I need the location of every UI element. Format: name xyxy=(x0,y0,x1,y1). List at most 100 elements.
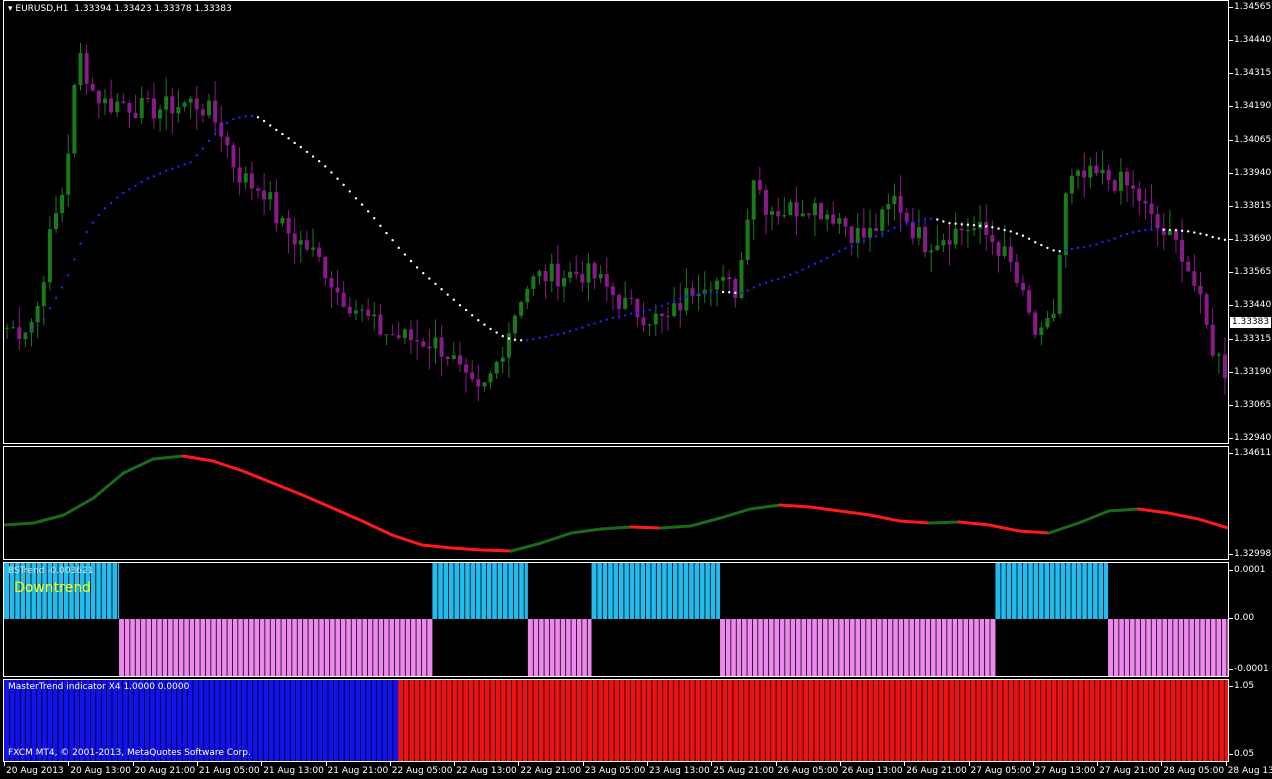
dropdown-triangle-icon[interactable]: ▾ xyxy=(8,4,13,14)
ma-dot xyxy=(1138,229,1141,233)
ma-dot xyxy=(60,286,64,289)
candle-body xyxy=(1125,171,1130,186)
x-tick-label: 26 Aug 21:00 xyxy=(906,766,967,776)
ma-dot xyxy=(783,275,786,279)
ma-dot xyxy=(838,249,841,253)
candle-body xyxy=(519,302,524,316)
ma-dot xyxy=(311,155,315,158)
ma-dot xyxy=(776,277,780,281)
candle-body xyxy=(341,292,346,307)
candle-body xyxy=(127,103,132,113)
ma-dot xyxy=(519,339,523,342)
main-ytick: 1.33690 xyxy=(1234,234,1272,245)
candle-body xyxy=(757,180,762,190)
candle-body xyxy=(1033,312,1038,335)
x-tickmark xyxy=(4,762,5,766)
oscillator-segment xyxy=(659,524,693,530)
oscillator-pane[interactable] xyxy=(3,446,1229,560)
x-tick-label: 27 Aug 05:00 xyxy=(970,766,1032,776)
main-chart[interactable]: ▾ EURUSD,H1 1.33394 1.33423 1.33378 1.33… xyxy=(3,0,1229,444)
candle-body xyxy=(1155,214,1160,229)
x-tick-label: 21 Aug 05:00 xyxy=(198,766,260,776)
oscillator-segment xyxy=(4,521,36,527)
candle-body xyxy=(580,274,585,283)
candle-body xyxy=(445,356,450,359)
oscillator-segment xyxy=(360,519,394,537)
ma-dot xyxy=(434,282,437,286)
candle-body xyxy=(672,303,677,317)
ma-dot xyxy=(293,141,296,145)
candle-body xyxy=(604,274,609,287)
candle-body xyxy=(941,240,946,246)
candle-body xyxy=(396,335,401,338)
candle-body xyxy=(188,98,193,103)
ma-dot xyxy=(844,247,847,250)
ma-dot xyxy=(1040,243,1043,247)
ma-dot xyxy=(972,223,976,227)
oscillator-segment xyxy=(32,513,66,525)
main-ytick: 1.34190 xyxy=(1234,101,1272,112)
histogram-segment xyxy=(995,563,1109,619)
candle-body xyxy=(1192,271,1197,286)
candle-body xyxy=(372,314,377,317)
candle-body xyxy=(788,202,793,216)
ma-dot xyxy=(213,132,217,136)
bstrend-pane[interactable]: BSTrend -0.003621 Downtrend xyxy=(3,562,1229,677)
bstrend-status: Downtrend xyxy=(14,580,91,596)
ma-dot xyxy=(409,259,413,263)
candle-body xyxy=(1173,230,1178,240)
candle-body xyxy=(819,203,824,220)
ma-dot xyxy=(1052,249,1055,252)
x-tickmark xyxy=(775,762,777,766)
candle-body xyxy=(494,361,499,374)
main-tickmark xyxy=(1229,172,1233,174)
main-ytick: 1.33565 xyxy=(1234,267,1272,278)
ma-dot xyxy=(764,281,768,285)
ma-dot xyxy=(477,319,480,322)
candle-body xyxy=(806,213,811,216)
ma-dot xyxy=(893,226,896,229)
candle-body xyxy=(433,337,438,349)
ma-dot xyxy=(801,268,804,271)
main-tickmark xyxy=(1229,338,1233,340)
mastertrend-pane[interactable]: MasterTrend indicator X4 1.0000 0.0000 F… xyxy=(3,679,1229,762)
candle-body xyxy=(776,211,781,217)
candle-body xyxy=(347,306,352,314)
candle-body xyxy=(72,85,77,154)
ma-dot xyxy=(1144,228,1147,232)
ma-dot xyxy=(134,184,137,188)
ma-dot xyxy=(42,318,45,321)
oscillator-segment xyxy=(987,523,1021,533)
oscillator-segment xyxy=(420,543,454,550)
ma-dot xyxy=(452,298,456,301)
mastertrend-axis: 1.05 0.05 xyxy=(1229,679,1272,762)
candle-body xyxy=(200,109,205,116)
candle-body xyxy=(1204,294,1209,325)
candle-body xyxy=(972,228,977,231)
candle-body xyxy=(451,355,456,359)
ma-dot xyxy=(550,334,553,337)
ma-dot xyxy=(1107,239,1110,242)
candle-body xyxy=(867,228,872,238)
ma-dot xyxy=(562,332,566,335)
ma-dot xyxy=(960,223,963,226)
ma-dot xyxy=(422,271,425,275)
oscillator-segment xyxy=(1196,517,1228,530)
ma-dot xyxy=(881,232,884,235)
x-tick-label: 20 Aug 21:00 xyxy=(134,766,196,776)
ma-dot xyxy=(679,297,682,301)
candle-body xyxy=(60,194,65,214)
ma-dot xyxy=(1223,238,1227,242)
main-ytick: 1.33815 xyxy=(1234,200,1272,211)
candle-body xyxy=(733,279,738,299)
candle-body xyxy=(1180,239,1185,262)
candle-body xyxy=(457,355,462,365)
candle-body xyxy=(54,213,59,230)
candle-body xyxy=(66,153,71,195)
ma-dot xyxy=(991,226,994,229)
candle-body xyxy=(1149,203,1154,215)
candle-body xyxy=(751,180,756,220)
oscillator-segment xyxy=(629,525,663,530)
candle-body xyxy=(892,195,897,205)
candle-body xyxy=(1106,169,1111,181)
